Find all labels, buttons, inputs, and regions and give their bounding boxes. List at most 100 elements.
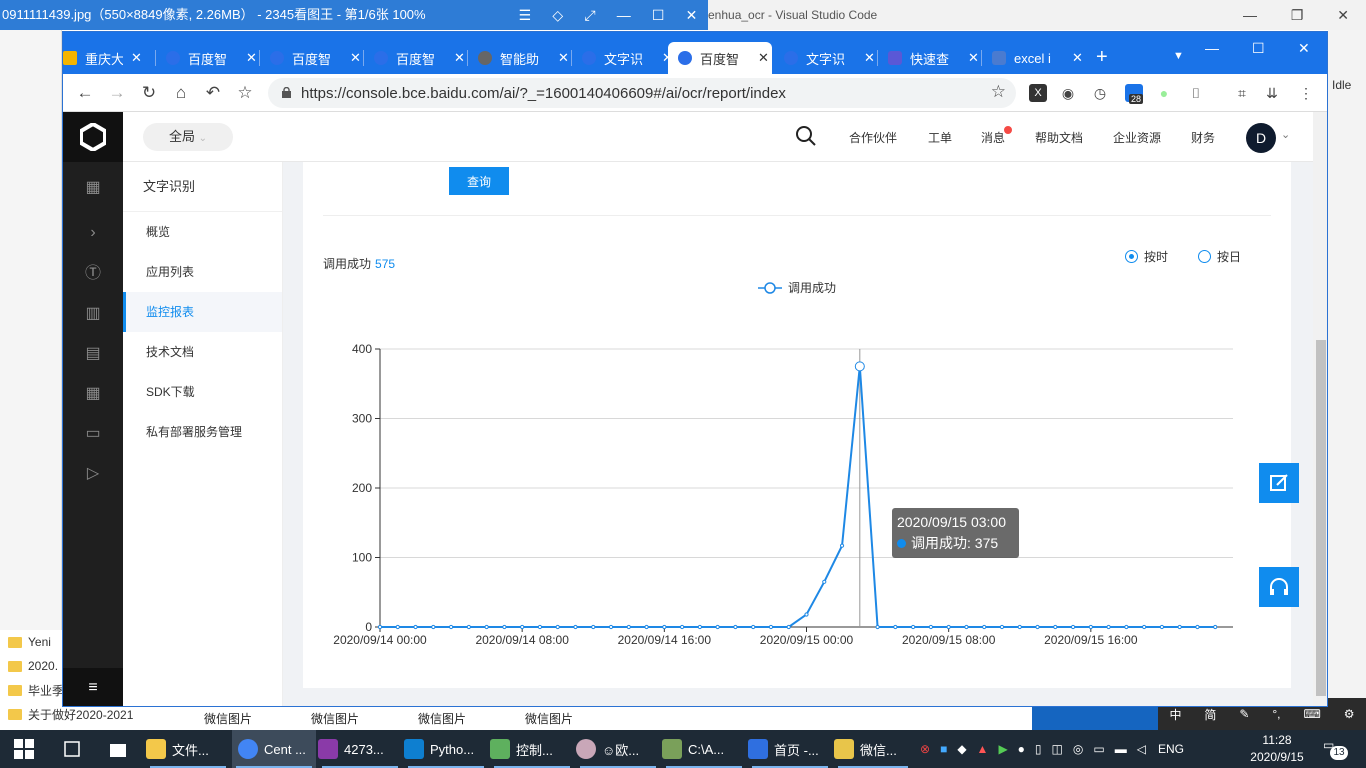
tab-close-icon[interactable]: ✕ xyxy=(454,50,465,66)
tray-app-icon[interactable]: ◆ xyxy=(957,742,966,756)
wechat-image-label[interactable]: 微信图片 xyxy=(204,710,311,727)
region-select[interactable]: 全局 ⌄ xyxy=(143,123,233,151)
bookmark-star-icon[interactable]: ☆ xyxy=(991,82,1006,102)
chevron-down-icon[interactable]: ⌄ xyxy=(1281,128,1290,141)
video-icon[interactable]: ▭ xyxy=(84,425,102,443)
browser-tab-active[interactable]: 百度智 ✕ xyxy=(668,42,772,74)
undo-icon[interactable]: ↶ xyxy=(201,81,225,105)
tray-app-icon[interactable]: ◎ xyxy=(1073,742,1083,756)
taskbar-app-cmd[interactable]: C:\A... xyxy=(662,730,746,768)
radio-by-day[interactable]: 按日 xyxy=(1198,248,1241,265)
browser-tab[interactable]: 智能助 ✕ xyxy=(468,42,570,74)
browser-tab[interactable]: excel i ✕ xyxy=(982,42,1086,74)
network-icon[interactable]: ▭ xyxy=(1093,742,1104,756)
document-icon[interactable]: ▤ xyxy=(84,345,102,363)
submenu-sdk-download[interactable]: SDK下载 xyxy=(123,372,282,412)
task-view-icon[interactable] xyxy=(62,739,82,759)
ime-punct-icon[interactable]: °, xyxy=(1272,707,1280,721)
browser-tab[interactable]: 文字识✕ xyxy=(572,42,674,74)
play-icon[interactable]: ▷ xyxy=(84,465,102,483)
submenu-private-deploy[interactable]: 私有部署服务管理 xyxy=(123,412,282,452)
browser-tab[interactable]: 重庆大 ✕ xyxy=(63,42,151,74)
fullscreen-icon[interactable]: ⤢ xyxy=(584,0,595,30)
taskbar-app-explorer[interactable]: 文件... xyxy=(146,730,230,768)
radio-by-hour[interactable]: 按时 xyxy=(1125,248,1168,265)
dashboard-grid-icon[interactable]: ▦ xyxy=(84,179,102,197)
tab-close-icon[interactable]: ✕ xyxy=(246,50,257,66)
chart-legend[interactable]: 调用成功 xyxy=(758,279,836,296)
feedback-edit-button[interactable] xyxy=(1259,463,1299,503)
page-scrollbar[interactable] xyxy=(1313,112,1327,706)
tab-close-icon[interactable]: ✕ xyxy=(1072,50,1083,66)
store-icon[interactable] xyxy=(108,739,128,759)
tray-app-icon[interactable]: ⊗ xyxy=(920,742,930,756)
ime-mode-simplified[interactable]: 简 xyxy=(1204,706,1216,723)
minimize-icon[interactable]: — xyxy=(617,0,631,30)
nav-partners[interactable]: 合作伙伴 xyxy=(849,129,897,146)
skin-icon[interactable]: ◇ xyxy=(552,0,563,30)
restore-icon[interactable]: ❐ xyxy=(1291,0,1304,30)
address-bar[interactable]: https://console.bce.baidu.com/ai/?_=1600… xyxy=(268,78,1016,108)
taskbar-app-wps[interactable]: 首页 -... xyxy=(748,730,832,768)
minimize-icon[interactable]: — xyxy=(1205,40,1219,56)
tab-close-icon[interactable]: ✕ xyxy=(558,50,569,66)
nav-finance[interactable]: 财务 xyxy=(1191,129,1215,146)
tab-close-icon[interactable]: ✕ xyxy=(350,50,361,66)
collapse-menu-icon[interactable]: ≡ xyxy=(63,668,123,706)
taskbar-app-chrome[interactable]: Cent ... xyxy=(232,730,316,768)
search-icon[interactable] xyxy=(795,125,817,147)
browser-tab[interactable]: 百度智 ✕ xyxy=(364,42,466,74)
new-tab-button[interactable]: + xyxy=(1096,46,1108,69)
status-dot-extension-icon[interactable]: ● xyxy=(1155,84,1173,102)
qq-icon[interactable]: ● xyxy=(1018,742,1025,756)
tab-close-icon[interactable]: ✕ xyxy=(131,50,142,66)
ime-mode-chinese[interactable]: 中 xyxy=(1169,706,1181,723)
baidu-cloud-logo[interactable] xyxy=(63,112,123,162)
customer-support-button[interactable] xyxy=(1259,567,1299,607)
browser-tab[interactable]: 快速查 ✕ xyxy=(878,42,980,74)
reload-icon[interactable]: ↻ xyxy=(137,81,161,105)
forward-icon[interactable]: → xyxy=(105,81,129,105)
browser-tab[interactable]: 文字识✕ xyxy=(774,42,876,74)
tab-close-icon[interactable]: ✕ xyxy=(864,50,875,66)
close-icon[interactable]: ✕ xyxy=(1298,40,1310,57)
wechat-image-label[interactable]: 微信图片 xyxy=(418,710,525,727)
close-icon[interactable]: ✕ xyxy=(686,0,698,30)
clock-extension-icon[interactable]: ◷ xyxy=(1091,84,1109,102)
camera-extension-icon[interactable]: ⌷ xyxy=(1187,84,1205,102)
apps-icon[interactable]: ▦ xyxy=(84,385,102,403)
downloads-chevron-icon[interactable]: ⇊ xyxy=(1263,84,1281,102)
submenu-monitor-report[interactable]: 监控报表 xyxy=(123,292,282,332)
submenu-app-list[interactable]: 应用列表 xyxy=(123,252,282,292)
ime-brush-icon[interactable]: ✎ xyxy=(1239,707,1249,721)
submenu-tech-docs[interactable]: 技术文档 xyxy=(123,332,282,372)
eye-extension-icon[interactable]: ◉ xyxy=(1059,84,1077,102)
maximize-icon[interactable]: ☐ xyxy=(652,0,665,30)
language-indicator[interactable]: ENG xyxy=(1158,742,1184,756)
favorites-star-icon[interactable]: ☆ xyxy=(233,81,257,105)
calls-line-chart[interactable]: 0 100 200 300 400 2020/09/14 00:00 2020/09/14 … xyxy=(303,312,1291,652)
nav-enterprise[interactable]: 企业资源 xyxy=(1113,129,1161,146)
back-icon[interactable]: ← xyxy=(73,81,97,105)
wechat-image-label[interactable]: 微信图片 xyxy=(311,710,418,727)
maximize-icon[interactable]: ☐ xyxy=(1252,40,1265,57)
more-menu-icon[interactable]: ⋮ xyxy=(1297,84,1315,102)
ime-settings-icon[interactable]: ⚙ xyxy=(1344,707,1355,721)
browser-tab[interactable]: 百度智 ✕ xyxy=(156,42,258,74)
tray-app-icon[interactable]: ▶ xyxy=(998,742,1007,756)
crop-icon[interactable]: ⌗ xyxy=(1233,84,1251,102)
ime-keyboard-icon[interactable]: ⌨ xyxy=(1303,707,1320,721)
wechat-image-label[interactable]: 微信图片 xyxy=(525,710,632,727)
tab-close-icon[interactable]: ✕ xyxy=(758,50,769,66)
building-icon[interactable]: ▥ xyxy=(84,305,102,323)
battery-icon[interactable]: ▬ xyxy=(1115,742,1127,756)
avatar[interactable]: D xyxy=(1246,123,1276,153)
nav-messages[interactable]: 消息 xyxy=(981,129,1005,146)
browser-tab[interactable]: 百度智 ✕ xyxy=(260,42,362,74)
taskbar-app-wechat[interactable]: 微信... xyxy=(834,730,912,768)
tray-app-icon[interactable]: ◫ xyxy=(1052,742,1063,756)
expand-chevron-icon[interactable]: › xyxy=(84,224,102,242)
nav-help-docs[interactable]: 帮助文档 xyxy=(1035,129,1083,146)
taskbar-app-ou[interactable]: ☺欧... xyxy=(576,730,660,768)
minimize-icon[interactable]: — xyxy=(1243,0,1257,30)
